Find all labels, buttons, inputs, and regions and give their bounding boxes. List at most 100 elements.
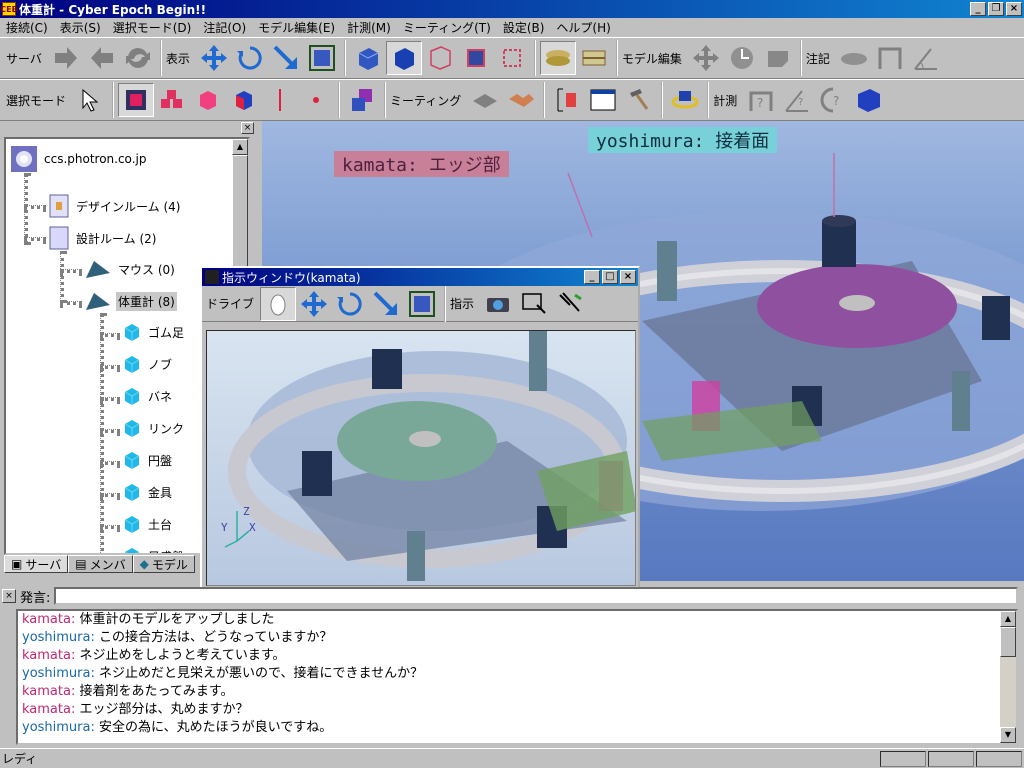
tree-model-scale[interactable]: 体重計 (8): [84, 290, 177, 312]
menu-model-edit[interactable]: モデル編集(E): [252, 19, 341, 36]
chat-text: エッジ部分は、丸めますか？: [79, 702, 249, 717]
annotation-callout-yoshimura[interactable]: yoshimura: 接着面: [588, 127, 778, 153]
select-assembly-button[interactable]: [118, 83, 155, 117]
annotation-dimension-button[interactable]: [872, 41, 908, 75]
server-forward-button[interactable]: [48, 41, 84, 75]
edge-mode-button[interactable]: [494, 41, 530, 75]
chat-sender: yoshimura: [22, 666, 91, 681]
drive-label: ドライブ: [206, 297, 255, 311]
tab-server[interactable]: ▣ サーバ: [4, 555, 69, 573]
close-button[interactable]: ×: [1006, 2, 1022, 16]
panel-grip[interactable]: ×: [0, 121, 258, 135]
drive-mouse-button[interactable]: [260, 286, 297, 321]
toolbar-server-label: サーバ: [6, 51, 42, 66]
drive-rotate-button[interactable]: [332, 287, 368, 321]
measure-distance-button[interactable]: ?: [743, 83, 779, 117]
tree-room-design[interactable]: デザインルーム (4): [48, 194, 182, 218]
measure-angle-icon: ?: [785, 90, 809, 112]
select-part-group-button[interactable]: [154, 83, 190, 117]
model-rotate-button[interactable]: [724, 41, 760, 75]
pointer-hand-button[interactable]: [552, 287, 588, 321]
chat-scroll-thumb[interactable]: [1000, 627, 1016, 657]
subwindow-viewport[interactable]: Y Z X: [206, 330, 636, 586]
rotate-button[interactable]: [232, 41, 268, 75]
tree-part-item[interactable]: バネ: [122, 386, 174, 406]
menu-settings[interactable]: 設定(B): [497, 19, 551, 36]
zoom-button[interactable]: [268, 41, 304, 75]
camera-button[interactable]: [480, 287, 516, 321]
subwindow-minimize-button[interactable]: _: [584, 270, 600, 284]
subwindow-model-render: Y Z X: [221, 331, 635, 581]
sync-button[interactable]: [120, 41, 156, 75]
select-edge-button[interactable]: [262, 83, 298, 117]
model-shape-button[interactable]: [760, 41, 796, 75]
drive-zoom-button[interactable]: [368, 287, 404, 321]
section-button[interactable]: [576, 41, 612, 75]
select-vertex-button[interactable]: [298, 83, 334, 117]
mouse-icon: [270, 294, 286, 315]
fit-button[interactable]: [304, 41, 340, 75]
annotation-angle-button[interactable]: [908, 41, 944, 75]
subwindow-close-button[interactable]: ×: [620, 270, 636, 284]
chat-scrollbar[interactable]: ▲ ▼: [1000, 611, 1016, 743]
tree-part-item[interactable]: 円盤: [122, 450, 174, 470]
shade-mode-button[interactable]: [350, 41, 386, 75]
measure-angle-button[interactable]: ?: [779, 83, 815, 117]
scroll-up-button[interactable]: ▲: [232, 139, 248, 155]
measure-radius-button[interactable]: ?: [815, 83, 851, 117]
rotate-icon: [337, 291, 362, 315]
tree-root[interactable]: ccs.photron.co.jp: [10, 145, 148, 173]
menu-annotation[interactable]: 注記(O): [197, 19, 252, 36]
panel-close-button[interactable]: ×: [241, 122, 254, 134]
server-back-button[interactable]: [84, 41, 120, 75]
minimize-button[interactable]: _: [970, 2, 986, 16]
meeting-window-button[interactable]: [585, 83, 621, 117]
solid-mode-button[interactable]: [385, 41, 422, 75]
pointer-button[interactable]: [72, 83, 108, 117]
model-move-button[interactable]: [688, 41, 724, 75]
chat-scroll-down-button[interactable]: ▼: [1000, 727, 1016, 743]
meeting-handshake-button[interactable]: [503, 83, 539, 117]
pan-button[interactable]: [196, 41, 232, 75]
wire-mode-button[interactable]: [422, 41, 458, 75]
tree-model-mouse[interactable]: マウス (0): [84, 258, 177, 280]
tree-room-design-team[interactable]: 設計ルーム (2): [48, 226, 158, 250]
tree-part-item[interactable]: 金具: [122, 482, 174, 502]
select-rect-button[interactable]: [516, 287, 552, 321]
tree-part-item[interactable]: 土台: [122, 514, 174, 534]
meeting-ring-button[interactable]: [667, 83, 703, 117]
select-face-button[interactable]: [226, 83, 262, 117]
menu-meeting[interactable]: ミーティング(T): [397, 19, 497, 36]
vertex-mode-button[interactable]: [458, 41, 494, 75]
tree-part-item[interactable]: 目盛盤: [122, 546, 186, 553]
status-bar: レディ: [0, 748, 1024, 768]
tab-member[interactable]: ▤ メンバ: [68, 555, 133, 573]
menu-view[interactable]: 表示(S): [54, 19, 107, 36]
select-part-button[interactable]: [190, 83, 226, 117]
chat-scroll-up-button[interactable]: ▲: [1000, 611, 1016, 627]
meeting-pointer-button[interactable]: [621, 83, 657, 117]
subwindow-maximize-button[interactable]: □: [602, 270, 618, 284]
annotation-ellipse-button[interactable]: [836, 41, 872, 75]
tree-part-item[interactable]: ゴム足: [122, 322, 186, 342]
hide-model-button[interactable]: [539, 41, 576, 75]
drive-fit-button[interactable]: [404, 287, 440, 321]
menu-measure[interactable]: 計測(M): [341, 19, 397, 36]
menu-help[interactable]: ヘルプ(H): [550, 19, 616, 36]
chat-input[interactable]: [54, 587, 1018, 605]
drive-pan-button[interactable]: [296, 287, 332, 321]
menu-select-mode[interactable]: 選択モード(D): [107, 19, 198, 36]
menu-connect[interactable]: 接続(C): [0, 19, 54, 36]
meeting-enter-button[interactable]: [549, 83, 585, 117]
tree-part-item[interactable]: ノブ: [122, 354, 174, 374]
chat-close-button[interactable]: ×: [2, 589, 16, 603]
dimension-icon: [878, 47, 902, 69]
chat-message: yoshimura: ネジ止めだと見栄えが悪いので、接着にできませんか？: [18, 665, 1016, 683]
measure-volume-button[interactable]: [851, 83, 887, 117]
annotation-callout-kamata[interactable]: kamata: エッジ部: [334, 151, 509, 177]
select-pair-button[interactable]: [344, 83, 380, 117]
tree-part-item[interactable]: リンク: [122, 418, 186, 438]
tab-model[interactable]: ◆ モデル: [132, 555, 195, 573]
maximize-button[interactable]: ❐: [988, 2, 1004, 16]
meeting-share-button[interactable]: [467, 83, 503, 117]
